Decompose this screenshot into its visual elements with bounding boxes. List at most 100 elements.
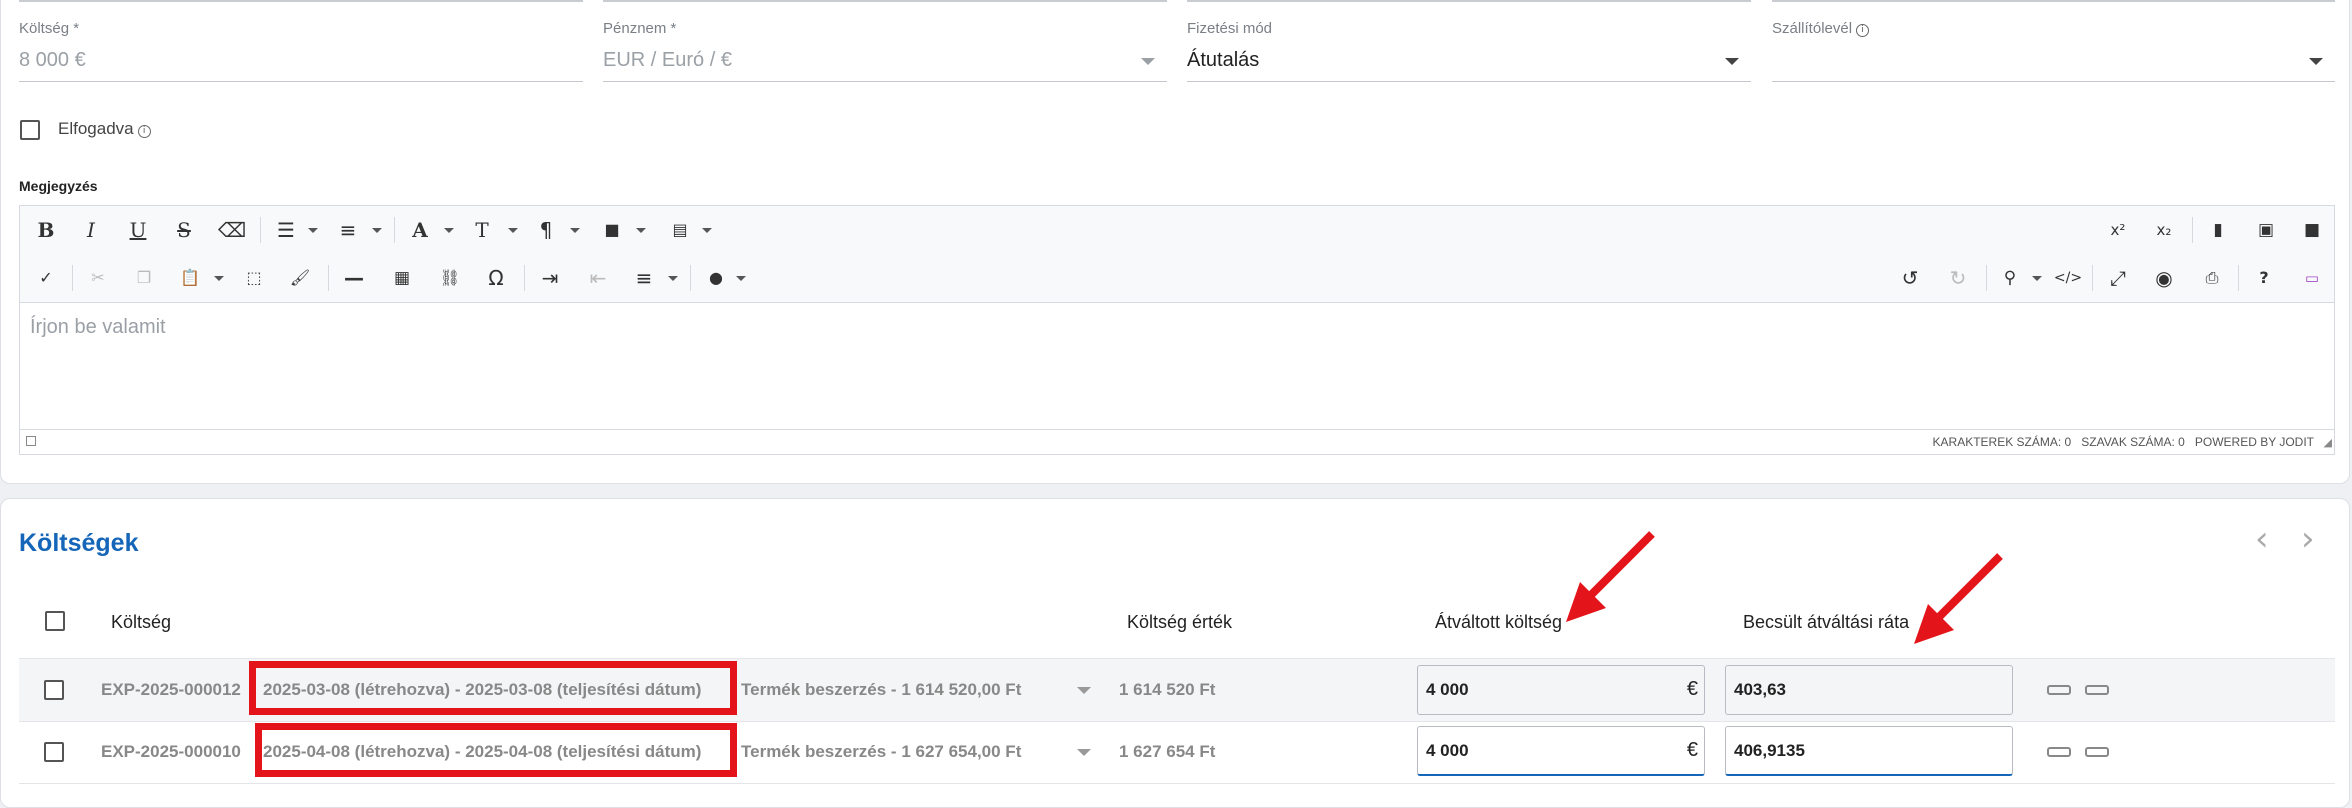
select-all-checkbox[interactable] bbox=[45, 611, 65, 631]
classes-icon[interactable]: ■ bbox=[596, 214, 628, 246]
superscript-icon[interactable]: x² bbox=[2102, 214, 2134, 246]
info-icon: i bbox=[1856, 24, 1870, 37]
payment-method-select[interactable]: Fizetési mód Átutalás bbox=[1187, 20, 1751, 82]
list-ol-icon[interactable]: ≡ bbox=[332, 214, 364, 246]
chevron-down-icon bbox=[2309, 58, 2323, 65]
hr-icon[interactable]: — bbox=[338, 262, 370, 294]
cut-icon[interactable]: ✂ bbox=[82, 262, 114, 294]
strikethrough-icon[interactable]: S bbox=[168, 214, 200, 246]
chevron-down-icon[interactable] bbox=[636, 228, 646, 233]
chevron-right-icon[interactable]: › bbox=[2301, 519, 2315, 559]
font-size-icon[interactable]: T bbox=[466, 214, 498, 246]
list-ul-icon[interactable]: ☰ bbox=[270, 214, 302, 246]
subscript-icon[interactable]: x₂ bbox=[2148, 214, 2180, 246]
chevron-down-icon[interactable] bbox=[1077, 749, 1091, 756]
help-icon[interactable]: ? bbox=[2248, 262, 2280, 294]
omega-icon[interactable]: Ω bbox=[480, 262, 512, 294]
resize-handle-icon[interactable]: ◢ bbox=[2324, 436, 2332, 449]
annotation-highlight-box bbox=[249, 661, 737, 715]
table-row: EXP-2025-000012 2025-03-08 (létrehozva) … bbox=[19, 658, 2335, 722]
cost-label: Költség * bbox=[19, 20, 80, 37]
link-icon[interactable]: ⛓ bbox=[434, 262, 466, 294]
search-icon[interactable]: ⚲ bbox=[1994, 262, 2026, 294]
align-icon[interactable]: ≡ bbox=[628, 262, 660, 294]
table-row: EXP-2025-000010 2025-04-08 (létrehozva) … bbox=[19, 721, 2335, 784]
bold-icon[interactable]: B bbox=[30, 214, 62, 246]
chevron-down-icon[interactable] bbox=[444, 228, 454, 233]
expense-form-card: Költség * 8 000 € Pénznem * EUR / Euró /… bbox=[0, 0, 2350, 484]
note-label: Megjegyzés bbox=[19, 178, 98, 194]
toggle-icon[interactable] bbox=[2047, 685, 2071, 695]
underline-icon[interactable]: U bbox=[122, 214, 154, 246]
format-painter-icon[interactable]: 🖌 bbox=[284, 262, 316, 294]
battery-icon[interactable] bbox=[2085, 685, 2109, 695]
exchange-rate-input[interactable]: 403,63 bbox=[1725, 665, 2013, 715]
currency-symbol: € bbox=[1686, 678, 1698, 700]
battery-icon[interactable] bbox=[2085, 747, 2109, 757]
preview-icon[interactable]: ◉ bbox=[2148, 262, 2180, 294]
spacing-icon[interactable]: ▤ bbox=[664, 214, 696, 246]
chevron-down-icon[interactable] bbox=[372, 228, 382, 233]
copy-icon[interactable]: ❐ bbox=[128, 262, 160, 294]
video-icon[interactable]: ■ bbox=[2296, 214, 2328, 246]
table-icon[interactable]: ▦ bbox=[386, 262, 418, 294]
info-icon: i bbox=[137, 125, 151, 138]
cost-value: 8 000 € bbox=[19, 49, 86, 71]
paragraph-icon[interactable]: ¶ bbox=[530, 214, 562, 246]
currency-label: Pénznem * bbox=[603, 20, 677, 37]
annotation-arrow-icon bbox=[1914, 553, 2003, 644]
resize-toggle-icon[interactable] bbox=[26, 436, 36, 446]
row-checkbox[interactable] bbox=[44, 680, 64, 700]
field-underline bbox=[603, 0, 1167, 2]
redo-icon[interactable]: ↻ bbox=[1942, 262, 1974, 294]
chevron-down-icon[interactable] bbox=[2032, 276, 2042, 281]
editor-statusbar: KARAKTEREK SZÁMA: 0 SZAVAK SZÁMA: 0 POWE… bbox=[20, 429, 2334, 454]
accepted-label: Elfogadva bbox=[58, 119, 134, 138]
powered-by: POWERED BY JODIT bbox=[2194, 435, 2314, 449]
chevron-down-icon[interactable] bbox=[736, 276, 746, 281]
payment-method-value: Átutalás bbox=[1187, 49, 1260, 71]
column-header-value: Költség érték bbox=[1127, 612, 1233, 632]
image-icon[interactable]: ▣ bbox=[2250, 214, 2282, 246]
chevron-down-icon[interactable] bbox=[1077, 687, 1091, 694]
chevron-down-icon[interactable] bbox=[214, 276, 224, 281]
converted-cost-input[interactable]: 4 000 € bbox=[1417, 665, 1705, 715]
chevron-down-icon[interactable] bbox=[668, 276, 678, 281]
font-icon[interactable]: A bbox=[404, 214, 436, 246]
outdent-icon[interactable]: ⇤ bbox=[582, 262, 614, 294]
color-icon[interactable]: ● bbox=[700, 262, 732, 294]
print-icon[interactable]: ⎙ bbox=[2196, 262, 2228, 294]
toggle-icon[interactable] bbox=[2047, 747, 2071, 757]
file-icon[interactable]: ▮ bbox=[2202, 214, 2234, 246]
cost-field[interactable]: Költség * 8 000 € bbox=[19, 20, 583, 82]
chevron-left-icon[interactable]: ‹ bbox=[2255, 519, 2269, 559]
column-header-cost: Költség bbox=[111, 612, 172, 632]
chevron-down-icon[interactable] bbox=[308, 228, 318, 233]
delivery-note-select[interactable]: Szállítólevél i bbox=[1772, 20, 2335, 82]
converted-cost-input[interactable]: 4 000 € bbox=[1417, 726, 1705, 776]
paste-icon[interactable]: 📋 bbox=[174, 262, 206, 294]
annotation-arrow-icon bbox=[1566, 531, 1655, 622]
expense-id: EXP-2025-000010 bbox=[101, 742, 241, 761]
spellcheck-icon[interactable]: ✓ bbox=[30, 262, 62, 294]
accepted-checkbox[interactable] bbox=[20, 120, 40, 140]
italic-icon[interactable]: I bbox=[75, 214, 107, 246]
currency-select[interactable]: Pénznem * EUR / Euró / € bbox=[603, 20, 1167, 82]
source-icon[interactable]: </> bbox=[2052, 262, 2084, 294]
speech-icon[interactable]: ▭ bbox=[2296, 262, 2328, 294]
row-checkbox[interactable] bbox=[44, 742, 64, 762]
editor-placeholder[interactable]: Írjon be valamit bbox=[30, 316, 166, 339]
eraser-icon[interactable]: ⌫ bbox=[216, 214, 248, 246]
indent-icon[interactable]: ⇥ bbox=[534, 262, 566, 294]
fullsize-icon[interactable]: ⤢ bbox=[2102, 262, 2134, 294]
chevron-down-icon[interactable] bbox=[702, 228, 712, 233]
undo-icon[interactable]: ↺ bbox=[1894, 262, 1926, 294]
expense-description: Termék beszerzés - 1 627 654,00 Ft bbox=[741, 742, 1022, 761]
exchange-rate-input[interactable]: 406,9135 bbox=[1725, 726, 2013, 776]
expense-value: 1 614 520 Ft bbox=[1119, 680, 1216, 699]
select-all-icon[interactable]: ⬚ bbox=[238, 262, 270, 294]
rich-text-editor: B I U S ⌫ ☰ ≡ A T ¶ ■ ▤ x² x₂ ▮ ▣ ■ ✓ ✂ … bbox=[19, 205, 2335, 455]
chevron-down-icon[interactable] bbox=[570, 228, 580, 233]
chevron-down-icon[interactable] bbox=[508, 228, 518, 233]
char-count: KARAKTEREK SZÁMA: 0 bbox=[1932, 435, 2072, 449]
